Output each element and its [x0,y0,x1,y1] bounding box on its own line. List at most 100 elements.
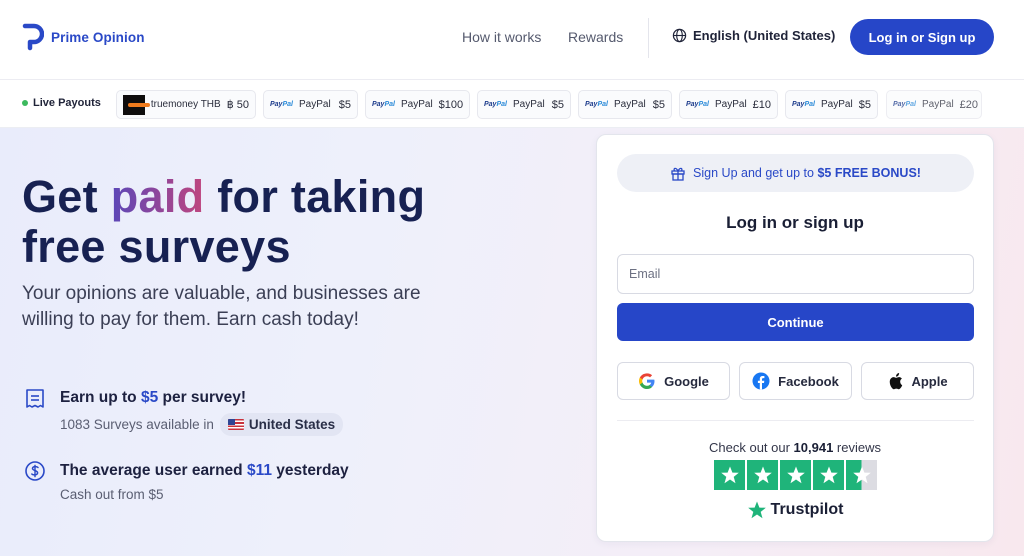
google-login-button[interactable]: Google [617,362,730,400]
payout-method: PayPal [512,99,545,110]
payout-amount: $5 [551,98,564,111]
paypal-logo: PayPal [585,101,608,108]
trustpilot-rating [714,460,877,490]
payout-method: truemoney THB [150,99,221,110]
live-payouts-bar: Live Payouts truemoney THB ฿ 50 PayPal P… [0,80,1024,128]
facebook-icon [752,372,770,390]
payout-card: PayPal PayPal $5 [263,90,358,119]
login-card: Sign Up and get up to $5 FREE BONUS! Log… [596,134,994,542]
payout-card: PayPal PayPal $5 [578,90,672,119]
payout-card: PayPal PayPal $5 [785,90,878,119]
payout-card: PayPal PayPal $5 [477,90,571,119]
star-icon [813,460,844,490]
reviews-count: 10,941 [793,440,834,455]
paypal-logo: PayPal [893,101,916,108]
reviews-pre: Check out our [709,440,794,455]
signup-bonus-banner[interactable]: Sign Up and get up to $5 FREE BONUS! [617,154,974,192]
payout-card: truemoney THB ฿ 50 [116,90,256,119]
email-field[interactable] [617,254,974,294]
feature-earn-post: per survey! [158,389,247,406]
paypal-logo: PayPal [270,101,293,108]
apple-label: Apple [911,373,948,389]
trustpilot-label: Trustpilot [770,501,844,518]
brand-name: Prime Opinion [51,29,145,45]
nav-divider [648,18,649,58]
reviews-text[interactable]: Check out our 10,941 reviews [597,440,993,455]
feature-average-value: $11 [246,462,272,479]
bonus-text: Sign Up and get up to $5 FREE BONUS! [693,166,921,180]
country-badge[interactable]: United States [219,413,344,436]
nav-rewards[interactable]: Rewards [568,29,623,45]
payout-method: PayPal [820,99,853,110]
facebook-label: Facebook [778,373,839,389]
star-icon [714,460,745,490]
payout-card: PayPal PayPal £10 [679,90,778,119]
country-name: United States [248,417,336,432]
feature-earn-value: $5 [140,389,159,406]
star-icon [780,460,811,490]
live-payouts-label: Live Payouts [22,97,101,109]
payout-amount: $5 [338,98,351,111]
language-selector[interactable]: English (United States) [672,28,835,43]
trustpilot-logo[interactable]: Trustpilot [597,500,993,520]
nav-how-it-works[interactable]: How it works [462,29,541,45]
reviews-post: reviews [833,440,881,455]
google-label: Google [664,373,709,389]
hero-headline: Get paid for taking free surveys [22,172,425,272]
header-login-button[interactable]: Log in or Sign up [850,19,994,55]
bonus-amount: $5 FREE BONUS! [817,166,921,180]
apple-login-button[interactable]: Apple [861,362,974,400]
headline-part1: Get [22,171,111,222]
payout-card: PayPal PayPal $100 [365,90,470,119]
gift-icon [671,167,685,181]
payout-method: PayPal [613,99,646,110]
payout-amount: $100 [438,98,464,111]
payout-method: PayPal [714,99,747,110]
login-title: Log in or sign up [726,213,864,232]
surveys-available-text: 1083 Surveys available in [60,417,214,432]
continue-button[interactable]: Continue [617,303,974,341]
feature-average-pre: The average user earned [60,462,247,479]
feature-earn-sub: 1083 Surveys available in United States [60,413,344,436]
language-label: English (United States) [693,28,836,43]
half-star-icon [846,460,877,490]
trustpilot-star-icon [747,501,766,519]
paypal-logo: PayPal [484,101,507,108]
payout-amount: $5 [858,98,871,111]
payout-method: PayPal [921,99,954,110]
card-divider [617,420,974,421]
payout-amount: £20 [959,98,979,111]
bonus-pre: Sign Up and get up to [693,166,818,180]
us-flag-icon [227,419,244,430]
star-icon [747,460,778,490]
brand-logo[interactable]: Prime Opinion [22,23,145,51]
payout-amount: £10 [752,98,772,111]
payout-amount: ฿ 50 [226,99,249,111]
payout-amount: $5 [652,98,665,111]
feature-average-title: The average user earned $11 yesterday [60,462,349,480]
headline-line2: free surveys [22,221,291,272]
feature-average-sub: Cash out from $5 [60,487,164,502]
apple-icon [890,373,903,390]
globe-icon [672,28,687,43]
payout-card: PayPal PayPal £20 [886,90,982,119]
headline-accent: paid [110,171,205,222]
feature-earn-pre: Earn up to [60,389,141,406]
feature-earn-title: Earn up to $5 per survey! [60,389,246,407]
paypal-logo: PayPal [686,101,709,108]
live-payouts-text: Live Payouts [33,97,101,109]
paypal-logo: PayPal [792,101,815,108]
hero-subheadline: Your opinions are valuable, and business… [22,283,421,330]
google-icon [639,373,655,389]
feature-average-post: yesterday [271,462,349,479]
payout-method: PayPal [298,99,331,110]
truemoney-logo [123,94,150,115]
receipt-icon [26,389,44,408]
facebook-login-button[interactable]: Facebook [739,362,852,400]
prime-opinion-logo-icon [22,23,44,51]
payout-method: PayPal [400,99,433,110]
headline-part2: for taking [204,171,426,222]
paypal-logo: PayPal [372,101,395,108]
top-header: Prime Opinion How it works Rewards Engli… [0,0,1024,80]
dollar-coin-icon [25,461,45,481]
